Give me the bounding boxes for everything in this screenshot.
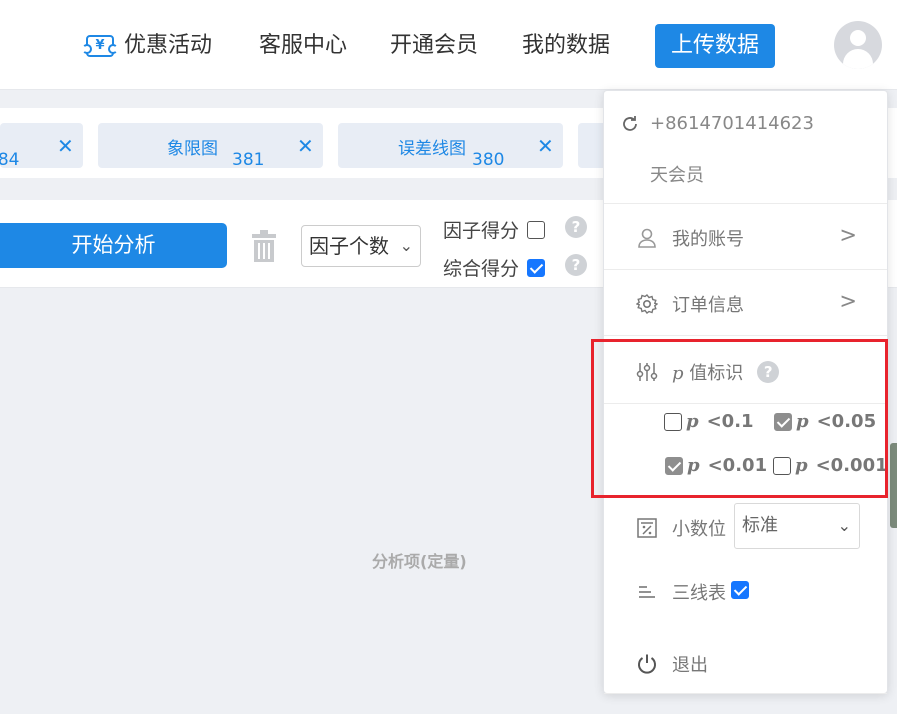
composite-score-option[interactable]: 综合得分 bbox=[443, 254, 546, 281]
factor-score-checkbox[interactable] bbox=[527, 220, 546, 239]
divider bbox=[604, 693, 887, 694]
side-scroll-handle[interactable] bbox=[890, 443, 897, 528]
p-option-checkbox[interactable] bbox=[665, 456, 683, 475]
help-icon[interactable]: ? bbox=[565, 254, 587, 276]
p-letter: p bbox=[672, 363, 684, 384]
logout-label: 退出 bbox=[672, 655, 708, 676]
nav-promo-label: 优惠活动 bbox=[124, 33, 213, 58]
tag-name: 象限图 bbox=[167, 139, 218, 159]
nav-open-membership[interactable]: 开通会员 bbox=[390, 28, 478, 64]
trash-icon[interactable] bbox=[250, 230, 278, 262]
p-option-0.001[interactable]: p <0.001 bbox=[773, 455, 888, 476]
p-value-marker-text: 值标识 bbox=[689, 363, 744, 384]
menu-item-label: 订单信息 bbox=[672, 295, 744, 316]
logout-menu-item[interactable]: 退出 bbox=[636, 651, 708, 677]
history-tag[interactable]: 误差线图 380 ✕ bbox=[338, 123, 563, 170]
p-option-checkbox[interactable] bbox=[774, 412, 792, 431]
gear-icon bbox=[636, 294, 658, 314]
three-line-table-label: 三线表 bbox=[672, 583, 726, 604]
factor-score-option[interactable]: 因子得分 bbox=[443, 216, 546, 243]
p-option-0.05[interactable]: p <0.05 bbox=[774, 411, 876, 432]
p-option-label: <0.05 bbox=[816, 411, 877, 432]
account-phone: +8614701414623 bbox=[650, 113, 814, 134]
user-dropdown-menu: +8614701414623 天会员 我的账号 > 订单信息 > p 值标识 ? bbox=[603, 90, 888, 694]
divider bbox=[604, 335, 887, 336]
avatar-body-shape bbox=[843, 49, 873, 69]
factor-score-label: 因子得分 bbox=[443, 220, 520, 242]
sliders-icon bbox=[636, 363, 658, 381]
member-type: 天会员 bbox=[650, 165, 704, 186]
p-option-0.1[interactable]: p <0.1 bbox=[664, 411, 754, 432]
percent-calculator-icon bbox=[637, 518, 657, 538]
p-option-0.01[interactable]: p <0.01 bbox=[665, 455, 767, 476]
tag-name: 误差线图 bbox=[398, 139, 466, 159]
tag-count: 381 bbox=[232, 150, 265, 170]
three-line-table-checkbox[interactable] bbox=[731, 581, 749, 599]
analysis-items-label: 分析项(定量) bbox=[372, 552, 467, 571]
nav-service-center[interactable]: 客服中心 bbox=[259, 28, 347, 64]
avatar-head-shape bbox=[850, 30, 866, 46]
avatar[interactable] bbox=[834, 21, 882, 69]
account-phone-row: +8614701414623 bbox=[620, 113, 814, 134]
decimal-places-row: 小数位 bbox=[636, 515, 726, 541]
decimal-places-select[interactable]: 标准 ⌄ bbox=[734, 503, 860, 549]
p-option-label: <0.001 bbox=[815, 455, 888, 476]
chevron-down-icon: ⌄ bbox=[837, 516, 851, 535]
history-tag[interactable]: 384 ✕ bbox=[0, 123, 83, 170]
p-option-label: <0.1 bbox=[706, 411, 754, 432]
close-icon[interactable]: ✕ bbox=[537, 134, 554, 158]
close-icon[interactable]: ✕ bbox=[57, 134, 74, 158]
history-tag[interactable]: 象限图 381 ✕ bbox=[98, 123, 323, 170]
p-option-checkbox[interactable] bbox=[773, 456, 791, 475]
top-header: ¥ 优惠活动 客服中心 开通会员 我的数据 上传数据 bbox=[0, 0, 897, 90]
factor-count-select[interactable]: 因子个数 ⌄ bbox=[301, 225, 421, 267]
align-left-icon bbox=[639, 586, 655, 598]
ticket-icon: ¥ bbox=[82, 35, 118, 57]
upload-data-button[interactable]: 上传数据 bbox=[655, 24, 775, 68]
factor-count-value: 因子个数 bbox=[309, 234, 389, 258]
p-letter: p bbox=[687, 455, 700, 476]
composite-score-checkbox[interactable] bbox=[527, 258, 546, 277]
tag-count: 380 bbox=[472, 150, 505, 170]
p-letter: p bbox=[686, 411, 699, 432]
nav-promo[interactable]: ¥ 优惠活动 bbox=[82, 28, 213, 64]
power-icon bbox=[638, 654, 656, 674]
menu-item-label: 我的账号 bbox=[672, 229, 744, 250]
chevron-right-icon: > bbox=[839, 289, 857, 313]
nav-my-data[interactable]: 我的数据 bbox=[522, 28, 610, 64]
refresh-icon[interactable] bbox=[620, 114, 640, 134]
menu-item-order-info[interactable]: 订单信息 bbox=[636, 291, 744, 317]
start-analysis-button[interactable]: 开始分析 bbox=[0, 223, 227, 268]
close-icon[interactable]: ✕ bbox=[297, 134, 314, 158]
divider bbox=[604, 269, 887, 270]
chevron-right-icon: > bbox=[839, 223, 857, 247]
divider bbox=[604, 203, 887, 204]
p-value-marker-label: p 值标识 bbox=[672, 359, 743, 385]
chevron-down-icon: ⌄ bbox=[399, 236, 413, 255]
tag-count: 384 bbox=[0, 150, 20, 170]
decimal-places-label: 小数位 bbox=[672, 519, 726, 540]
divider bbox=[604, 403, 887, 404]
help-icon[interactable]: ? bbox=[565, 216, 587, 238]
p-option-checkbox[interactable] bbox=[664, 412, 682, 431]
p-letter: p bbox=[795, 455, 808, 476]
help-icon[interactable]: ? bbox=[757, 361, 780, 383]
three-line-table-row[interactable]: 三线表 bbox=[636, 579, 726, 605]
p-value-marker-header: p 值标识 ? bbox=[636, 359, 780, 385]
composite-score-label: 综合得分 bbox=[443, 258, 520, 280]
decimal-places-value: 标准 bbox=[742, 515, 778, 536]
menu-item-my-account[interactable]: 我的账号 bbox=[636, 225, 744, 251]
p-letter: p bbox=[796, 411, 809, 432]
user-icon bbox=[638, 228, 656, 248]
p-option-label: <0.01 bbox=[707, 455, 768, 476]
